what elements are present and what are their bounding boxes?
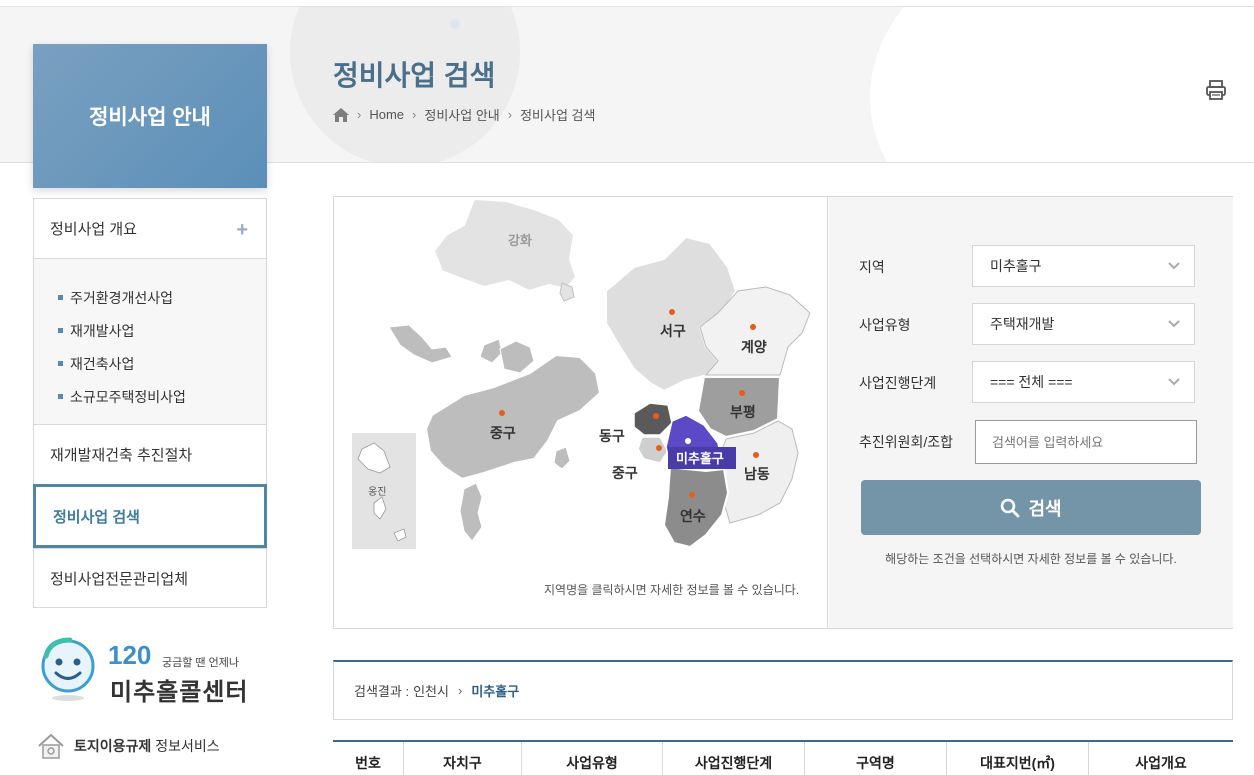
search-button-label: 검색 <box>1028 498 1062 519</box>
submenu-label: 재개발사업 <box>70 322 135 339</box>
breadcrumb-section[interactable]: 정비사업 안내 <box>424 105 499 124</box>
stage-select[interactable]: === 전체 === <box>972 361 1195 403</box>
callcenter-name: 미추홀콜센터 <box>110 679 249 706</box>
committee-label: 추진위원회/조합 <box>859 434 954 450</box>
region-select[interactable]: 미추홀구 <box>972 245 1195 287</box>
callcenter-mascot-icon <box>41 637 95 701</box>
map-label-donggu[interactable]: 동구 <box>599 428 625 444</box>
sidebar-item-label: 정비사업전문관리업체 <box>50 570 189 588</box>
map-label-ganghwa[interactable]: 강화 <box>508 233 532 248</box>
map-region-ganghwa[interactable] <box>432 197 578 293</box>
home-icon[interactable] <box>333 107 349 122</box>
result-prefix: 검색결과 : <box>354 684 410 699</box>
chevron-right-icon: › <box>357 107 362 122</box>
bullet-icon <box>58 361 63 366</box>
callcenter-number: 120 <box>108 640 152 670</box>
search-form: 지역 미추홀구 사업유형 주택재개발 사업진행단계 === 전체 === 추진위… <box>829 197 1233 628</box>
breadcrumb: › Home › 정비사업 안내 › 정비사업 검색 <box>333 105 595 124</box>
search-button[interactable]: 검색 <box>861 480 1201 535</box>
column-header-stage: 사업진행단계 <box>663 742 805 775</box>
bullet-icon <box>58 394 63 399</box>
chevron-right-icon: › <box>457 683 463 698</box>
banner-decoration-triangle <box>462 35 470 45</box>
submenu-label: 재건축사업 <box>70 355 135 372</box>
sidebar-submenu: 주거환경개선사업 재개발사업 재건축사업 소규모주택정비사업 <box>33 258 267 424</box>
column-header-overview: 사업개요 <box>1135 755 1187 771</box>
submenu-item-small-housing[interactable]: 소규모주택정비사업 <box>58 380 266 413</box>
chevron-down-icon <box>1168 320 1180 328</box>
chevron-right-icon: › <box>507 107 513 122</box>
chevron-down-icon <box>1168 262 1180 270</box>
region-label: 지역 <box>859 259 885 275</box>
search-help-text: 해당하는 조건을 선택하시면 자세한 정보를 볼 수 있습니다. <box>885 552 1177 566</box>
column-header-district: 자치구 <box>404 742 522 775</box>
sidebar-item-search[interactable]: 정비사업 검색 <box>33 484 267 548</box>
incheon-map: 강화 서구 계양 부평 중구 동구 중구 미추홀구 남동 연수 옹진 <box>352 197 811 549</box>
result-district: 미추홀구 <box>471 684 520 699</box>
map-label-ongjin[interactable]: 옹진 <box>368 486 386 498</box>
sidebar-item-label: 정비사업 검색 <box>53 508 140 526</box>
map-label-gyeyang[interactable]: 계양 <box>741 339 767 355</box>
map-label-seogu[interactable]: 서구 <box>660 323 686 339</box>
house-icon <box>38 733 64 759</box>
result-city: 인천시 <box>413 684 449 699</box>
column-header-lot: 대표지번(㎡) <box>947 742 1089 775</box>
submenu-item-residential[interactable]: 주거환경개선사업 <box>58 281 266 314</box>
result-summary: 검색결과 : 인천시 › 미추홀구 <box>333 660 1233 720</box>
callcenter-banner[interactable]: 120 궁금할 땐 언제나 미추홀콜센터 <box>40 636 270 706</box>
map-label-junggu-east[interactable]: 중구 <box>612 465 638 481</box>
type-select-value: 주택재개발 <box>990 316 1055 332</box>
chevron-down-icon <box>1168 378 1180 386</box>
sidebar-item-label: 재개발재건축 추진절차 <box>50 447 193 464</box>
submenu-label: 주거환경개선사업 <box>70 289 174 306</box>
submenu-item-reconstruction[interactable]: 재건축사업 <box>58 347 266 380</box>
section-title-box: 정비사업 안내 <box>33 44 267 188</box>
column-header-number: 번호 <box>333 742 404 775</box>
print-icon[interactable] <box>1205 79 1227 101</box>
committee-search-input[interactable] <box>975 420 1197 464</box>
chevron-right-icon: › <box>412 107 417 122</box>
map-label-michuhol[interactable]: 미추홀구 <box>676 451 724 466</box>
page-title: 정비사업 검색 <box>333 60 496 91</box>
sidebar-item-management-companies[interactable]: 정비사업전문관리업체 <box>33 548 267 608</box>
search-icon <box>1001 498 1020 517</box>
district-map: 강화 서구 계양 부평 중구 동구 중구 미추홀구 남동 연수 옹진 지역명을 … <box>334 197 828 628</box>
bullet-icon <box>58 295 63 300</box>
submenu-item-redevelopment[interactable]: 재개발사업 <box>58 314 266 347</box>
column-header-zone-name: 구역명 <box>805 742 947 775</box>
land-service-bold: 토지이용규제 <box>74 738 152 754</box>
sidebar-item-procedure[interactable]: 재개발재건축 추진절차 <box>33 424 267 484</box>
map-region-junggu-east[interactable] <box>637 436 669 464</box>
banner-decoration-arc <box>870 7 1254 162</box>
breadcrumb-home[interactable]: Home <box>369 107 404 122</box>
map-region-donggu[interactable] <box>633 402 673 436</box>
land-use-service-link[interactable]: 토지이용규제 정보서비스 <box>36 732 220 760</box>
breadcrumb-current: 정비사업 검색 <box>520 108 596 123</box>
stage-label: 사업진행단계 <box>859 375 937 391</box>
sidebar-menu: 정비사업 개요 + 주거환경개선사업 재개발사업 재건축사업 소규모주택정비사업… <box>33 198 267 608</box>
submenu-label: 소규모주택정비사업 <box>70 388 186 405</box>
map-instruction: 지역명을 클릭하시면 자세한 정보를 볼 수 있습니다. <box>544 583 800 597</box>
callcenter-tagline: 궁금할 땐 언제나 <box>162 657 239 669</box>
map-label-yeonsu[interactable]: 연수 <box>680 508 706 524</box>
map-region-yeonsu[interactable] <box>662 465 730 549</box>
stage-select-value: === 전체 === <box>990 374 1073 390</box>
bullet-icon <box>58 328 63 333</box>
map-label-bupyeong[interactable]: 부평 <box>730 404 756 420</box>
map-search-panel: 강화 서구 계양 부평 중구 동구 중구 미추홀구 남동 연수 옹진 지역명을 … <box>333 196 1233 629</box>
region-select-value: 미추홀구 <box>990 258 1042 274</box>
land-service-label: 정보서비스 <box>155 738 220 754</box>
map-label-namdong[interactable]: 남동 <box>744 466 770 482</box>
map-region-junggu-west[interactable] <box>424 353 602 481</box>
sidebar-item-label: 정비사업 개요 <box>50 221 137 238</box>
sidebar-item-overview[interactable]: 정비사업 개요 + <box>33 198 267 258</box>
map-label-junggu-west[interactable]: 중구 <box>490 425 516 441</box>
type-select[interactable]: 주택재개발 <box>972 303 1195 345</box>
banner-decoration-dot <box>450 19 460 29</box>
plus-icon[interactable]: + <box>236 219 248 242</box>
result-table-header: 번호 자치구 사업유형 사업진행단계 구역명 대표지번(㎡) 사업개요 <box>333 740 1233 775</box>
type-label: 사업유형 <box>859 317 911 333</box>
column-header-project-type: 사업유형 <box>522 742 663 775</box>
